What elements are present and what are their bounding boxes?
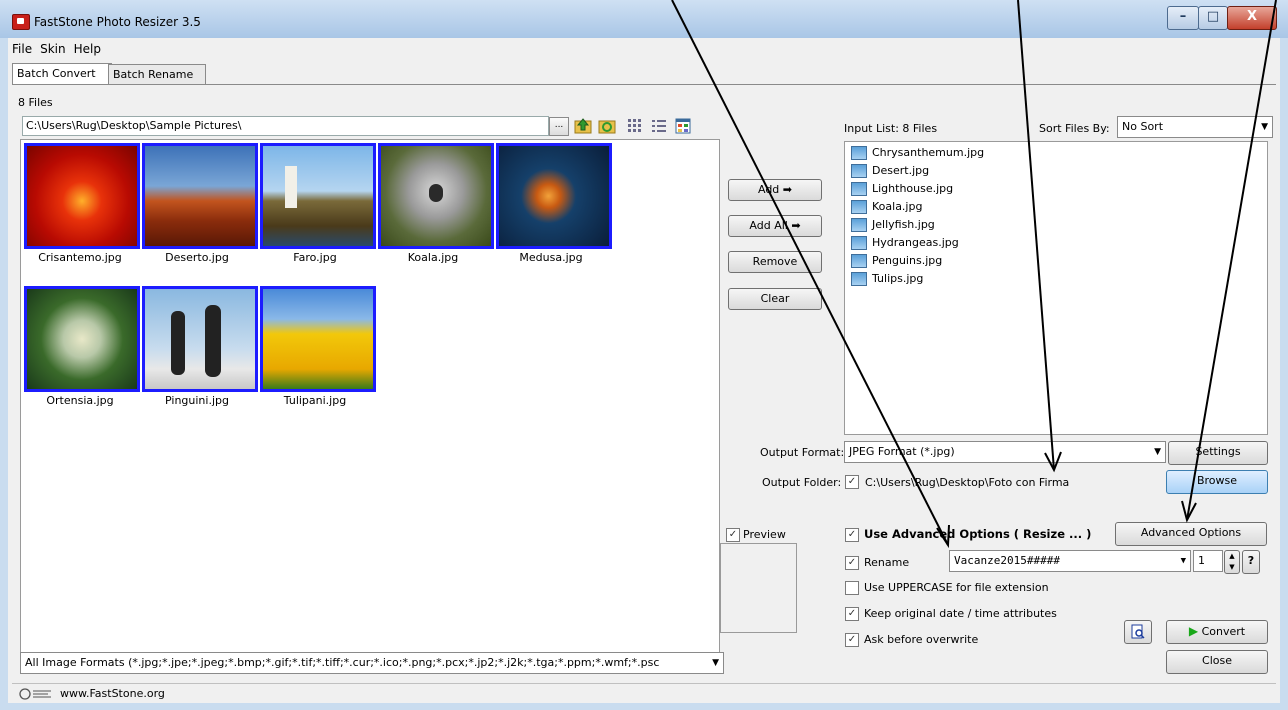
annotation-arrow: [671, 0, 949, 546]
annotation-arrow: [1186, 0, 1277, 521]
annotation-arrow: [1017, 0, 1055, 471]
annotation-arrows: [671, 0, 1277, 549]
